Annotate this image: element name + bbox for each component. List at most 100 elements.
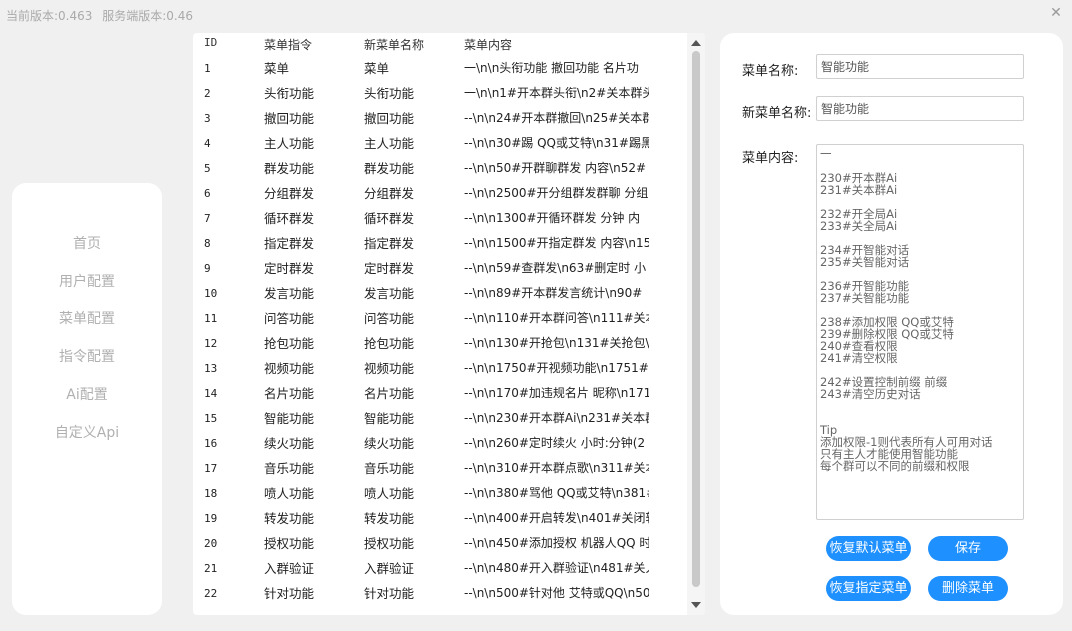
cell-new-name: 问答功能 [364, 311, 415, 326]
cell-content: --\n\n310#开本群点歌\n311#关本 [464, 461, 649, 475]
cell-content: --\n\n110#开本群问答\n111#关本 [464, 311, 649, 325]
cell-new-name: 头衔功能 [364, 86, 415, 101]
cell-content: --\n\n400#开启转发\n401#关闭转 [464, 511, 649, 525]
cell-content: --\n\n24#开本群撤回\n25#关本群 [464, 111, 649, 125]
cell-id: 16 [204, 437, 218, 450]
cell-id: 7 [204, 212, 211, 225]
column-header-new-name[interactable]: 新菜单名称 [364, 36, 459, 53]
column-header-content[interactable]: 菜单内容 [464, 36, 649, 53]
cell-content: --\n\n1300#开循环群发 分钟 内 [464, 211, 641, 225]
cell-id: 22 [204, 587, 218, 600]
menu-content-textarea[interactable]: 一 230#开本群Ai 231#关本群Ai 232#开全局Ai 233#关全局A… [816, 144, 1024, 520]
menu-name-label: 菜单名称: [742, 64, 799, 79]
cell-id: 12 [204, 337, 218, 350]
table-row[interactable]: 8 指定群发 指定群发 --\n\n1500#开指定群发 内容\n15 [193, 231, 683, 256]
sidebar-item-command-config[interactable]: 指令配置 [12, 346, 162, 368]
table-row[interactable]: 4 主人功能 主人功能 --\n\n30#踢 QQ或艾特\n31#踢黑 [193, 131, 683, 156]
table-row[interactable]: 10 发言功能 发言功能 --\n\n89#开本群发言统计\n90# [193, 281, 683, 306]
cell-new-name: 授权功能 [364, 536, 415, 551]
table-row[interactable]: 22 针对功能 针对功能 --\n\n500#针对他 艾特或QQ\n501 [193, 581, 683, 606]
table-row[interactable]: 6 分组群发 分组群发 --\n\n2500#开分组群发群聊 分组 [193, 181, 683, 206]
save-button[interactable]: 保存 [928, 536, 1008, 561]
cell-new-name: 音乐功能 [364, 461, 415, 476]
cell-id: 6 [204, 187, 211, 200]
cell-new-name: 名片功能 [364, 386, 415, 401]
cell-id: 3 [204, 112, 211, 125]
table-row[interactable]: 21 入群验证 入群验证 --\n\n480#开入群验证\n481#关入 [193, 556, 683, 581]
table-scrollbar[interactable] [687, 33, 705, 615]
table-row[interactable]: 13 视频功能 视频功能 --\n\n1750#开视频功能\n1751#关 [193, 356, 683, 381]
cell-content: 一\n\n1#开本群头衔\n2#关本群头 [464, 86, 649, 100]
cell-command: 授权功能 [264, 536, 315, 551]
cell-command: 视频功能 [264, 361, 315, 376]
sidebar-item-user-config[interactable]: 用户配置 [12, 271, 162, 293]
cell-content: --\n\n2500#开分组群发群聊 分组 [464, 186, 649, 200]
sidebar: 首页 用户配置 菜单配置 指令配置 Ai配置 自定义Api [12, 183, 162, 615]
cell-command: 发言功能 [264, 286, 315, 301]
cell-id: 20 [204, 537, 218, 550]
table-row[interactable]: 12 抢包功能 抢包功能 --\n\n130#开抢包\n131#关抢包\n [193, 331, 683, 356]
table-row[interactable]: 14 名片功能 名片功能 --\n\n170#加违规名片 昵称\n171 [193, 381, 683, 406]
cell-id: 10 [204, 287, 218, 300]
new-menu-name-input[interactable]: 智能功能 [816, 96, 1024, 121]
table-row[interactable]: 15 智能功能 智能功能 --\n\n230#开本群Ai\n231#关本群 [193, 406, 683, 431]
menu-name-input[interactable]: 智能功能 [816, 54, 1024, 79]
cell-command: 循环群发 [264, 211, 315, 226]
cell-command: 定时群发 [264, 261, 315, 276]
column-header-id[interactable]: ID [204, 36, 244, 49]
cell-new-name: 抢包功能 [364, 336, 415, 351]
cell-content: --\n\n1750#开视频功能\n1751#关 [464, 361, 649, 375]
cell-new-name: 发言功能 [364, 286, 415, 301]
cell-new-name: 转发功能 [364, 511, 415, 526]
cell-command: 群发功能 [264, 161, 315, 176]
sidebar-item-menu-config[interactable]: 菜单配置 [12, 308, 162, 330]
cell-content: --\n\n59#查群发\n63#删定时 小 [464, 261, 647, 275]
cell-content: --\n\n230#开本群Ai\n231#关本群 [464, 411, 649, 425]
restore-default-menu-button[interactable]: 恢复默认菜单 [826, 536, 911, 561]
cell-content: --\n\n500#针对他 艾特或QQ\n501 [464, 586, 649, 600]
table-row[interactable]: 11 问答功能 问答功能 --\n\n110#开本群问答\n111#关本 [193, 306, 683, 331]
scroll-up-arrow-icon[interactable] [690, 37, 702, 49]
table-row[interactable]: 7 循环群发 循环群发 --\n\n1300#开循环群发 分钟 内 [193, 206, 683, 231]
cell-new-name: 循环群发 [364, 211, 415, 226]
cell-content: --\n\n89#开本群发言统计\n90# [464, 286, 643, 300]
current-version: 当前版本:0.463 [6, 9, 93, 23]
table-row[interactable]: 18 喷人功能 喷人功能 --\n\n380#骂他 QQ或艾特\n381# [193, 481, 683, 506]
table-row[interactable]: 3 撤回功能 撤回功能 --\n\n24#开本群撤回\n25#关本群 [193, 106, 683, 131]
table-row[interactable]: 1 菜单 菜单 一\n\n头衔功能 撤回功能 名片功 [193, 56, 683, 81]
cell-command: 主人功能 [264, 136, 315, 151]
table-row[interactable]: 20 授权功能 授权功能 --\n\n450#添加授权 机器人QQ 时 [193, 531, 683, 556]
cell-content: --\n\n380#骂他 QQ或艾特\n381# [464, 486, 649, 500]
table-header: ID 菜单指令 新菜单名称 菜单内容 [193, 36, 683, 56]
cell-command: 针对功能 [264, 586, 315, 601]
table-body: 1 菜单 菜单 一\n\n头衔功能 撤回功能 名片功 2 头衔功能 头衔功能 一\n\n1#开… [193, 56, 683, 615]
scrollbar-thumb[interactable] [692, 51, 700, 587]
menu-content-label: 菜单内容: [742, 151, 799, 166]
cell-new-name: 针对功能 [364, 586, 415, 601]
column-header-command[interactable]: 菜单指令 [264, 36, 359, 53]
close-icon[interactable]: ✕ [1048, 5, 1064, 21]
sidebar-item-home[interactable]: 首页 [12, 233, 162, 255]
table-row[interactable]: 16 续火功能 续火功能 --\n\n260#定时续火 小时:分钟(2 [193, 431, 683, 456]
restore-specified-menu-button[interactable]: 恢复指定菜单 [826, 576, 911, 601]
new-menu-name-label: 新菜单名称: [742, 106, 812, 121]
cell-new-name: 指定群发 [364, 236, 415, 251]
sidebar-item-ai-config[interactable]: Ai配置 [12, 384, 162, 406]
cell-content: --\n\n30#踢 QQ或艾特\n31#踢黑 [464, 136, 649, 150]
cell-new-name: 视频功能 [364, 361, 415, 376]
cell-id: 9 [204, 262, 211, 275]
table-row[interactable]: 19 转发功能 转发功能 --\n\n400#开启转发\n401#关闭转 [193, 506, 683, 531]
cell-content: --\n\n480#开入群验证\n481#关入 [464, 561, 649, 575]
sidebar-item-custom-api[interactable]: 自定义Api [12, 422, 162, 444]
cell-id: 1 [204, 62, 211, 75]
cell-content: 一\n\n头衔功能 撤回功能 名片功 [464, 61, 639, 75]
scroll-down-arrow-icon[interactable] [690, 599, 702, 611]
menu-edit-panel: 菜单名称: 智能功能 新菜单名称: 智能功能 菜单内容: 一 230#开本群Ai… [720, 33, 1063, 615]
delete-menu-button[interactable]: 删除菜单 [928, 576, 1008, 601]
table-row[interactable]: 5 群发功能 群发功能 --\n\n50#开群聊群发 内容\n52# [193, 156, 683, 181]
table-row[interactable]: 2 头衔功能 头衔功能 一\n\n1#开本群头衔\n2#关本群头 [193, 81, 683, 106]
cell-new-name: 菜单 [364, 61, 390, 76]
table-row[interactable]: 9 定时群发 定时群发 --\n\n59#查群发\n63#删定时 小 [193, 256, 683, 281]
cell-command: 菜单 [264, 61, 290, 76]
table-row[interactable]: 17 音乐功能 音乐功能 --\n\n310#开本群点歌\n311#关本 [193, 456, 683, 481]
